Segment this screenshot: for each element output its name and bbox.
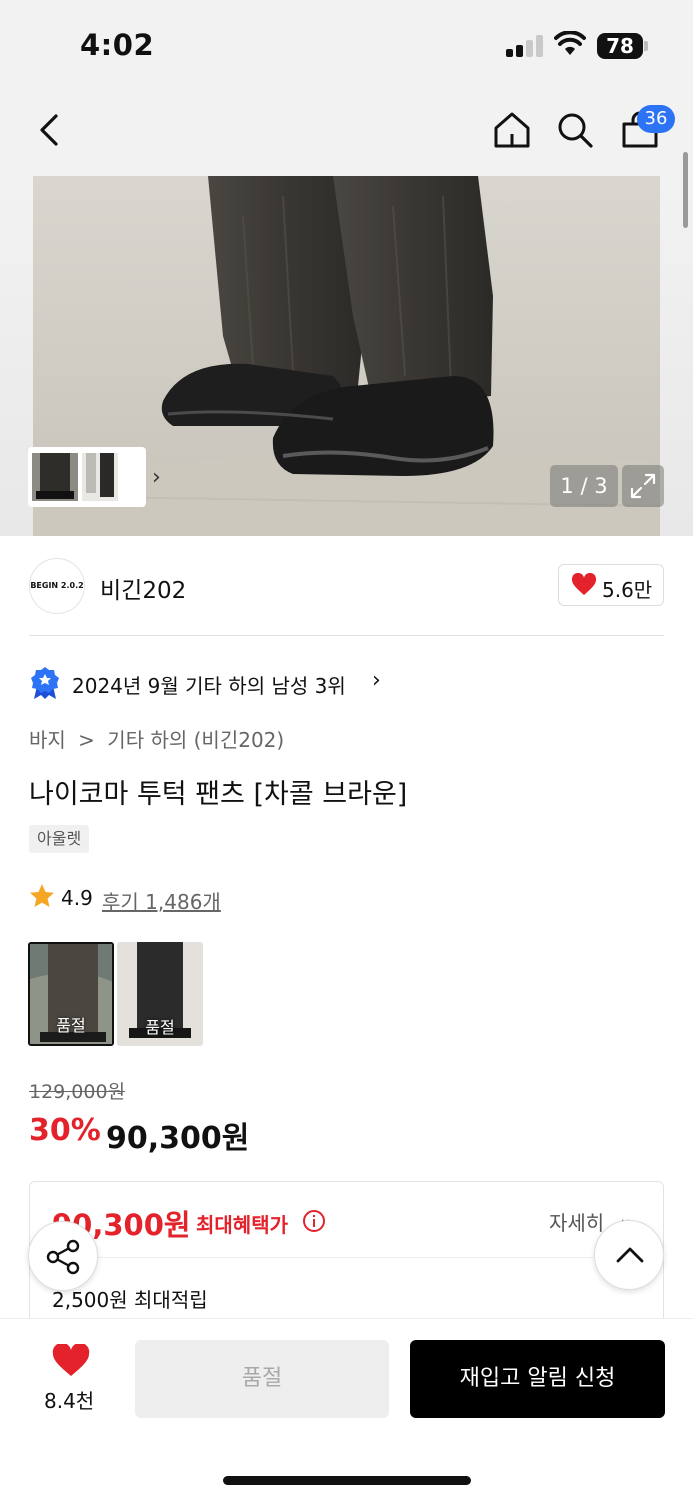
heart-icon <box>571 573 597 595</box>
restock-alert-button[interactable]: 재입고 알림 신청 <box>410 1340 665 1418</box>
gallery-thumbnail-strip[interactable]: › <box>28 447 161 507</box>
original-price: 129,000원 <box>29 1081 126 1103</box>
product-title: 나이코마 투턱 팬츠 [차콜 브라운] <box>29 779 408 810</box>
breadcrumb-category[interactable]: 바지 <box>29 724 66 753</box>
ranking-badge-icon <box>31 667 59 699</box>
heart-icon[interactable] <box>52 1344 90 1378</box>
option-soldout-label: 품절 <box>145 1018 175 1037</box>
battery-indicator: 78 <box>597 33 643 59</box>
status-bar: 4:02 78 <box>0 0 693 90</box>
share-button[interactable] <box>28 1221 98 1291</box>
sale-price: 90,300원 <box>106 1121 250 1156</box>
discount-rate: 30% <box>29 1113 101 1148</box>
back-arrow-icon[interactable] <box>28 108 72 152</box>
chevron-up-icon <box>616 1247 644 1263</box>
brand-like-button[interactable]: 5.6만 <box>558 564 664 606</box>
rating-score: 4.9 <box>61 886 93 910</box>
top-nav-bar <box>0 90 693 176</box>
expand-icon[interactable] <box>622 465 664 507</box>
option-soldout-label: 품절 <box>56 1016 86 1035</box>
cellular-signal-icon <box>506 35 544 57</box>
scroll-to-top-button[interactable] <box>594 1220 664 1290</box>
home-icon[interactable] <box>490 108 534 152</box>
breadcrumb-subcategory[interactable]: 기타 하의 (비긴202) <box>107 724 284 753</box>
share-icon <box>46 1239 80 1275</box>
info-icon[interactable] <box>302 1209 326 1233</box>
benefit-box: 90,300원 최대혜택가 자세히 ⌄ 2,500원 최대적립 <box>29 1181 664 1341</box>
gallery-thumbnail-1[interactable] <box>32 453 78 501</box>
ranking-text[interactable]: 2024년 9월 기타 하의 남성 3위 <box>72 670 346 699</box>
chevron-right-icon[interactable]: › <box>152 465 161 490</box>
product-like-count: 8.4천 <box>44 1389 95 1413</box>
color-option-black[interactable]: 품절 <box>117 942 203 1046</box>
brand-logo[interactable]: BEGIN 2.0.2 <box>29 558 85 614</box>
breadcrumb: 바지 > 기타 하의 (비긴202) <box>29 724 284 753</box>
home-indicator <box>223 1476 471 1485</box>
max-benefit-label: 최대혜택가 <box>196 1213 288 1237</box>
status-time: 4:02 <box>80 28 155 62</box>
divider <box>52 1257 642 1258</box>
gallery-thumbnail-2[interactable] <box>82 453 118 501</box>
chevron-right-icon[interactable]: › <box>372 668 381 693</box>
breadcrumb-separator: > <box>78 728 95 752</box>
battery-cap <box>644 41 648 51</box>
outlet-tag: 아울렛 <box>29 825 90 853</box>
brand-like-count: 5.6만 <box>602 578 653 602</box>
brand-name[interactable]: 비긴202 <box>100 571 186 605</box>
star-icon <box>30 884 54 907</box>
page-scrollbar[interactable] <box>683 152 688 228</box>
color-option-charcoal-brown[interactable]: 품절 <box>28 942 114 1046</box>
gallery-page-indicator: 1 / 3 <box>550 465 618 507</box>
soldout-button[interactable]: 품절 <box>135 1340 389 1418</box>
review-count-link[interactable]: 후기 1,486개 <box>102 886 221 915</box>
wifi-icon <box>554 31 586 55</box>
divider <box>29 635 664 636</box>
search-icon[interactable] <box>553 108 597 152</box>
cart-count-badge: 36 <box>637 105 675 133</box>
